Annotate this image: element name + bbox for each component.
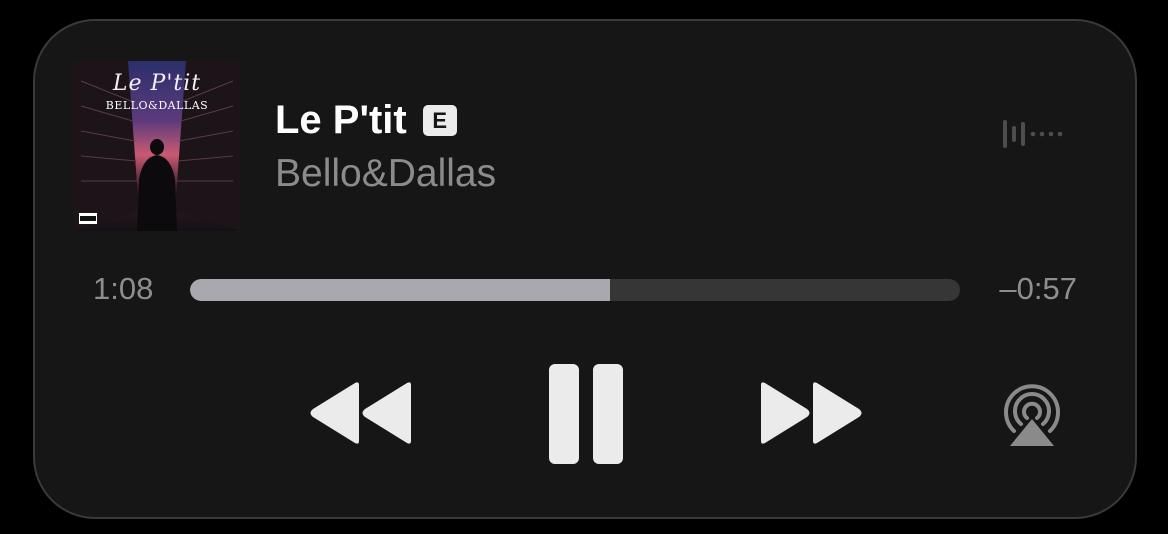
album-artwork[interactable]: Le P'tit BELLO&DALLAS (73, 61, 241, 231)
track-info: Le P'tit E Bello&Dallas (275, 97, 496, 197)
next-track-button[interactable] (759, 379, 869, 447)
artwork-title-text: Le P'tit (112, 71, 202, 96)
progress-scrubber[interactable] (190, 279, 960, 301)
track-artist[interactable]: Bello&Dallas (275, 151, 496, 197)
pause-icon (549, 364, 623, 464)
artwork-artist-text: BELLO&DALLAS (105, 99, 209, 112)
explicit-badge: E (422, 104, 457, 136)
waveform-icon (1000, 119, 1070, 149)
elapsed-time: 1:08 (93, 271, 154, 306)
now-playing-card: Le P'tit BELLO&DALLAS Le P'tit E Bello&D… (33, 19, 1137, 519)
previous-track-button[interactable] (305, 379, 415, 447)
forward-icon (761, 382, 862, 444)
track-title[interactable]: Le P'tit (275, 97, 407, 143)
progress-fill (190, 279, 610, 301)
title-row: Le P'tit E (275, 97, 496, 143)
backward-icon (310, 382, 411, 444)
airplay-button[interactable] (997, 383, 1067, 449)
airplay-icon (1004, 384, 1060, 446)
remaining-time: –0:57 (999, 271, 1077, 306)
pause-button[interactable] (547, 362, 627, 466)
